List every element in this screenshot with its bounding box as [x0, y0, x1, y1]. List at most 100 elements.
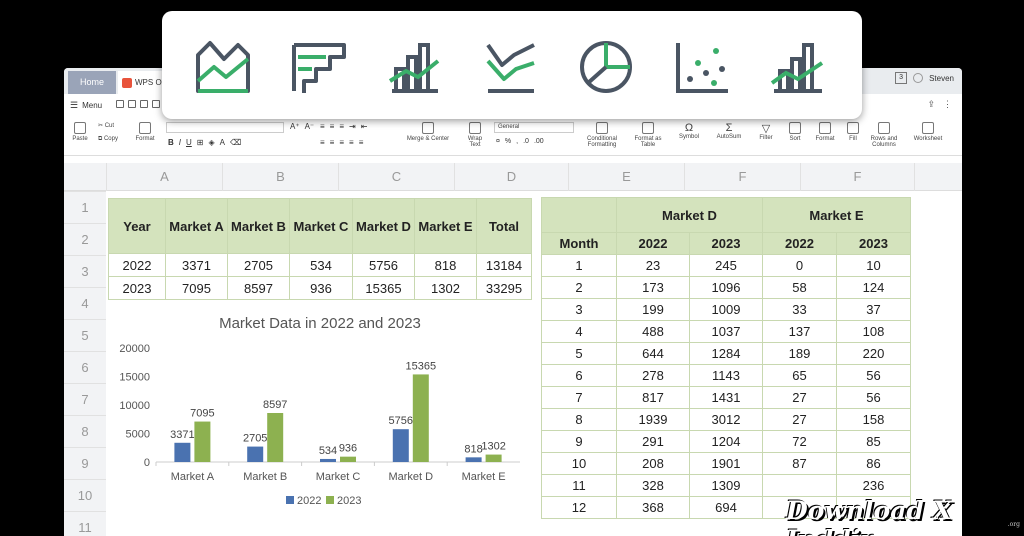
bold-icon[interactable]: B [168, 138, 174, 147]
cell[interactable]: 1204 [689, 430, 763, 453]
cell[interactable]: 1009 [689, 298, 763, 321]
distribute-icon[interactable]: ≡ [359, 138, 364, 147]
cell[interactable]: 124 [836, 276, 911, 299]
cell[interactable] [762, 474, 837, 497]
cell[interactable]: 56 [836, 364, 911, 387]
cut-button[interactable]: ✂ Cut [98, 122, 114, 129]
combo-chart-icon[interactable] [388, 41, 442, 93]
align-center-icon[interactable]: ≡ [330, 138, 335, 147]
header-year[interactable]: Year [108, 198, 166, 254]
rows-columns-button[interactable]: Rows and Columns [866, 122, 902, 148]
cell[interactable]: 0 [762, 254, 837, 277]
cell[interactable]: 37 [836, 298, 911, 321]
font-name-select[interactable] [166, 122, 284, 133]
row-header-10[interactable]: 10 [64, 479, 106, 511]
cell[interactable]: 9 [541, 430, 617, 453]
cell[interactable]: 173 [616, 276, 690, 299]
cell[interactable]: 158 [836, 408, 911, 431]
pie-chart-icon[interactable] [578, 39, 634, 95]
bar-chart-icon[interactable] [290, 41, 348, 93]
fill-button[interactable]: Fill [842, 122, 864, 142]
header-d-2022[interactable]: 2022 [616, 232, 690, 255]
italic-icon[interactable]: I [179, 138, 181, 147]
cell[interactable]: 328 [616, 474, 690, 497]
cell[interactable]: 6 [541, 364, 617, 387]
cell[interactable]: 11 [541, 474, 617, 497]
column-header-blank[interactable] [914, 163, 962, 191]
cell[interactable]: 694 [689, 496, 763, 519]
header-market-c[interactable]: Market C [289, 198, 353, 254]
decrease-font-icon[interactable]: A⁻ [305, 122, 315, 131]
group-header-market-e[interactable]: Market E [762, 197, 911, 233]
cell[interactable]: 85 [836, 430, 911, 453]
cell[interactable]: 12 [541, 496, 617, 519]
row-header-4[interactable]: 4 [64, 287, 106, 319]
cell[interactable]: 534 [289, 253, 353, 277]
cell[interactable]: 10 [836, 254, 911, 277]
cell[interactable]: 10 [541, 452, 617, 475]
cell[interactable]: 3371 [165, 253, 228, 277]
header-d-2023[interactable]: 2023 [689, 232, 763, 255]
cell[interactable]: 137 [762, 320, 837, 343]
conditional-formatting-button[interactable]: Conditional Formatting [578, 122, 626, 148]
cell[interactable]: 5 [541, 342, 617, 365]
worksheet-button[interactable]: Worksheet [906, 122, 950, 142]
autosum-button[interactable]: Σ AutoSum [710, 122, 748, 140]
align-middle-icon[interactable]: ≡ [330, 122, 335, 131]
cell[interactable]: 189 [762, 342, 837, 365]
percent-icon[interactable]: % [505, 138, 511, 145]
open-file-icon[interactable] [128, 100, 136, 108]
number-format-select[interactable]: General [494, 122, 574, 133]
cell[interactable]: 86 [836, 452, 911, 475]
cell[interactable]: 5756 [352, 253, 415, 277]
align-top-icon[interactable]: ≡ [320, 122, 325, 131]
cell[interactable]: 1037 [689, 320, 763, 343]
cell[interactable]: 108 [836, 320, 911, 343]
cell[interactable]: 220 [836, 342, 911, 365]
cell[interactable]: 3012 [689, 408, 763, 431]
column-header-e[interactable]: E [568, 163, 684, 191]
row-header-9[interactable]: 9 [64, 447, 106, 479]
header-e-2023[interactable]: 2023 [836, 232, 911, 255]
decrease-decimal-icon[interactable]: .00 [534, 138, 544, 145]
area-chart-icon[interactable] [194, 37, 252, 95]
line-chart-icon[interactable] [484, 41, 538, 93]
avatar[interactable] [913, 73, 924, 83]
new-file-icon[interactable] [116, 100, 124, 108]
menu-button[interactable]: ☰ Menu [70, 100, 102, 111]
header-market-d[interactable]: Market D [352, 198, 415, 254]
format-painter-button[interactable]: Format [132, 122, 158, 142]
notification-badge[interactable]: 3 [895, 72, 908, 84]
cell[interactable]: 23 [616, 254, 690, 277]
cell[interactable]: 2023 [108, 276, 166, 300]
increase-font-icon[interactable]: A⁺ [290, 122, 300, 131]
paste-button[interactable]: Paste [68, 122, 92, 142]
row-header-2[interactable]: 2 [64, 223, 106, 255]
cell[interactable]: 1302 [414, 276, 477, 300]
cell[interactable]: 1143 [689, 364, 763, 387]
format-as-table-button[interactable]: Format as Table [628, 122, 668, 148]
cell[interactable]: 7 [541, 386, 617, 409]
underline-icon[interactable]: U [186, 138, 192, 147]
increase-decimal-icon[interactable]: .0 [523, 138, 529, 145]
cell[interactable]: 2705 [227, 253, 290, 277]
cell[interactable]: 4 [541, 320, 617, 343]
row-header-3[interactable]: 3 [64, 255, 106, 287]
row-header-7[interactable]: 7 [64, 383, 106, 415]
column-header-b[interactable]: B [222, 163, 338, 191]
cell[interactable]: 236 [836, 474, 911, 497]
cell[interactable]: 2 [541, 276, 617, 299]
row-header-8[interactable]: 8 [64, 415, 106, 447]
cell[interactable]: 27 [762, 386, 837, 409]
column-header-f[interactable]: F [684, 163, 800, 191]
user-name[interactable]: Steven [929, 74, 954, 83]
cell[interactable]: 33295 [476, 276, 532, 300]
border-icon[interactable]: ⊞ [197, 138, 204, 147]
row-header-6[interactable]: 6 [64, 351, 106, 383]
save-icon[interactable] [140, 100, 148, 108]
combo-chart-2-icon[interactable] [770, 41, 826, 93]
cell[interactable]: 1431 [689, 386, 763, 409]
column-header-a[interactable]: A [106, 163, 222, 191]
cell[interactable]: 936 [289, 276, 353, 300]
cell[interactable]: 488 [616, 320, 690, 343]
